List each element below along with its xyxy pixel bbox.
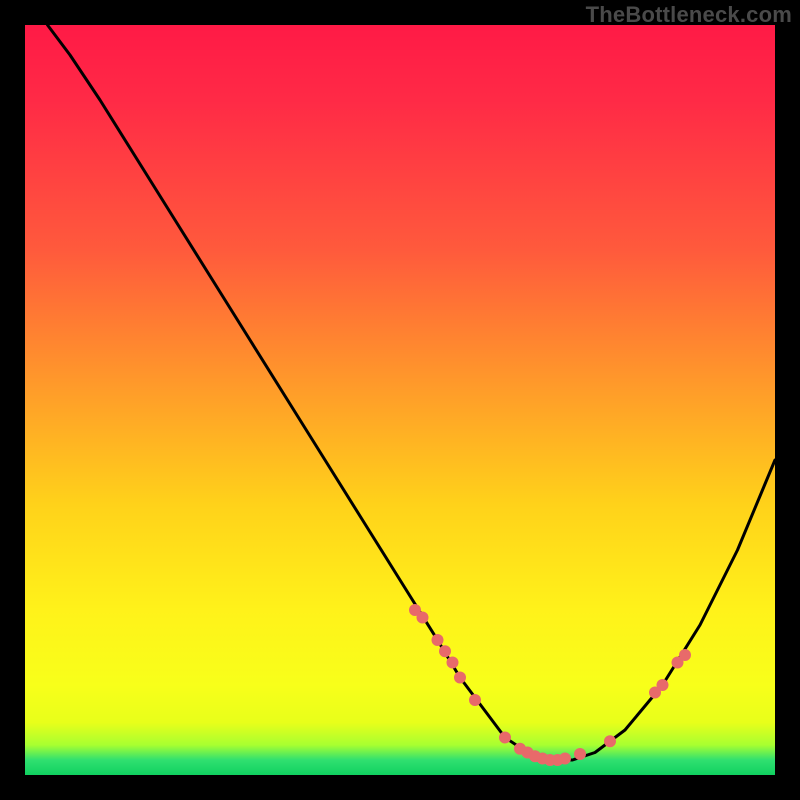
highlight-dot <box>454 672 466 684</box>
highlight-dot <box>657 679 669 691</box>
chart-frame: TheBottleneck.com <box>0 0 800 800</box>
bottleneck-curve <box>48 25 776 760</box>
curve-layer <box>25 25 775 775</box>
highlight-dot <box>432 634 444 646</box>
highlight-dot <box>439 645 451 657</box>
highlight-dot <box>679 649 691 661</box>
plot-area <box>25 25 775 775</box>
highlight-dot <box>447 657 459 669</box>
highlight-dot <box>559 753 571 765</box>
highlight-dot <box>604 735 616 747</box>
highlight-dots <box>409 604 691 766</box>
highlight-dot <box>417 612 429 624</box>
highlight-dot <box>469 694 481 706</box>
highlight-dot <box>499 732 511 744</box>
highlight-dot <box>574 748 586 760</box>
